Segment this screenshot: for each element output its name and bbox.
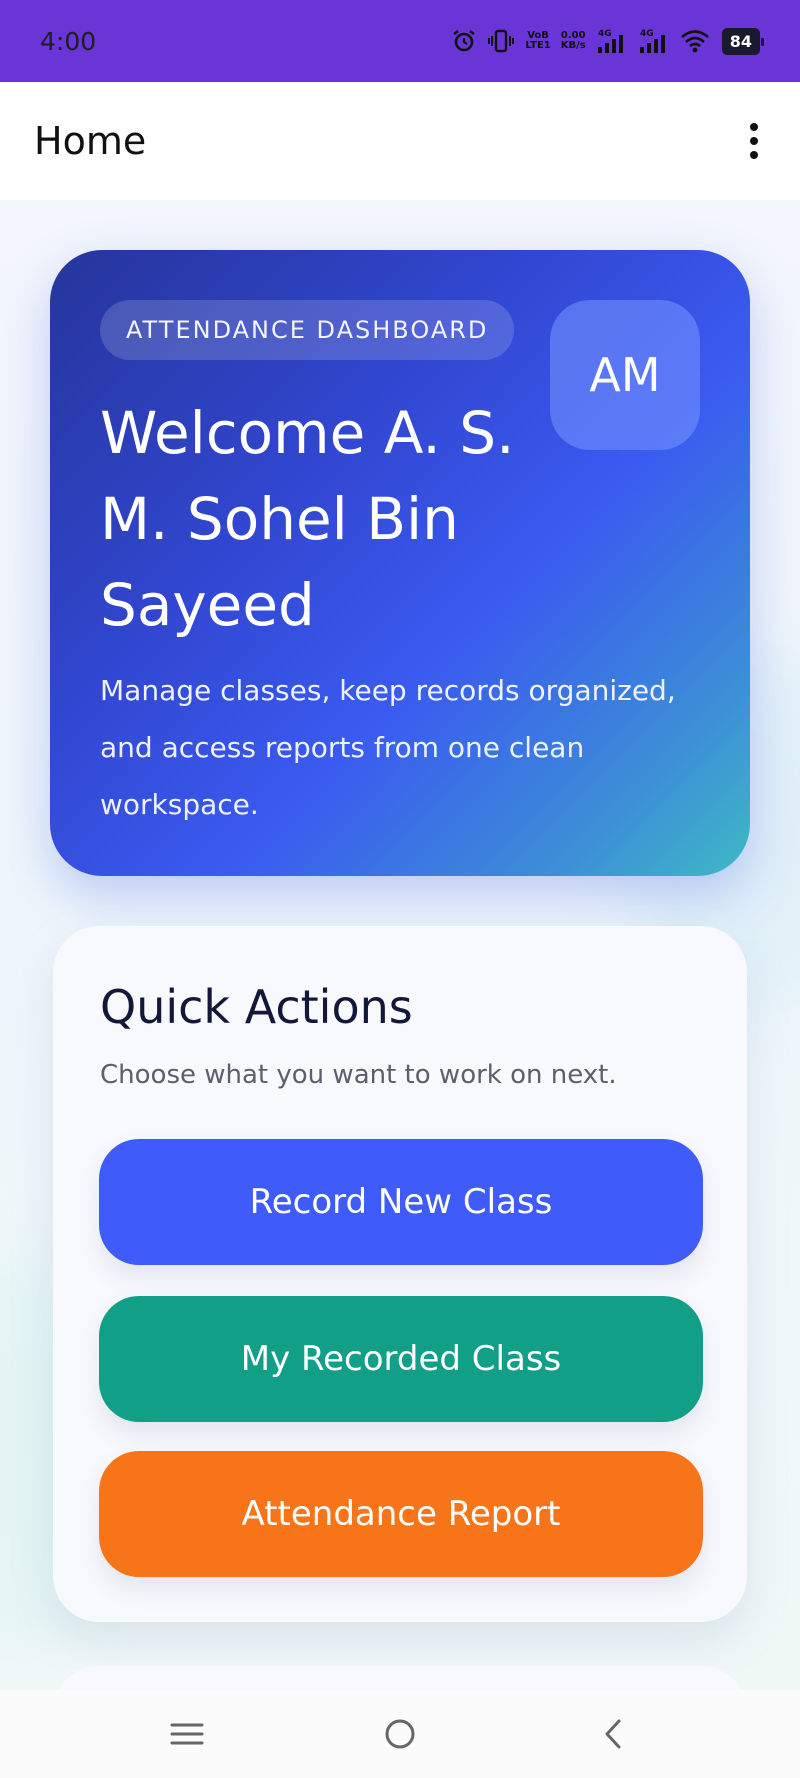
vibrate-icon xyxy=(487,28,515,54)
wifi-icon xyxy=(680,29,710,53)
my-recorded-class-button[interactable]: My Recorded Class xyxy=(99,1296,703,1422)
kebab-dot xyxy=(750,151,758,159)
hero-card: ATTENDANCE DASHBOARD AM Welcome A. S. M.… xyxy=(50,250,750,876)
quick-actions-title: Quick Actions xyxy=(100,980,413,1034)
back-icon[interactable] xyxy=(583,1704,643,1764)
signal-4g-icon: 4G xyxy=(596,27,628,55)
volte-icon: VoB LTE1 xyxy=(525,31,550,51)
status-time: 4:00 xyxy=(40,26,97,56)
page-title: Home xyxy=(34,119,147,163)
menu-icon[interactable] xyxy=(157,1704,217,1764)
record-new-class-button[interactable]: Record New Class xyxy=(99,1139,703,1265)
volte-bottom: LTE1 xyxy=(525,40,551,51)
kebab-dot xyxy=(750,123,758,131)
welcome-subtitle: Manage classes, keep records organized, … xyxy=(100,674,676,821)
quick-actions-subtitle: Choose what you want to work on next. xyxy=(100,1060,617,1090)
next-card-peek xyxy=(53,1666,747,1690)
avatar[interactable]: AM xyxy=(550,300,700,450)
net1-label: 4G xyxy=(598,29,612,39)
alarm-icon xyxy=(451,28,477,54)
more-vert-icon[interactable] xyxy=(742,117,766,165)
quick-actions-card: Quick Actions Choose what you want to wo… xyxy=(53,926,747,1622)
home-circle-icon[interactable] xyxy=(370,1704,430,1764)
status-bar: 4:00 VoB LTE1 0.00 KB/s 4G 4G 84 xyxy=(0,0,800,82)
system-nav-bar xyxy=(0,1690,800,1778)
welcome-title: Welcome A. S. M. Sohel Bin Sayeed xyxy=(100,399,515,639)
speed-bottom: KB/s xyxy=(560,40,586,51)
attendance-report-button[interactable]: Attendance Report xyxy=(99,1451,703,1577)
kebab-dot xyxy=(750,137,758,145)
battery-icon: 84 xyxy=(721,27,765,55)
dashboard-badge: ATTENDANCE DASHBOARD xyxy=(100,300,515,360)
main-content[interactable]: ATTENDANCE DASHBOARD AM Welcome A. S. M.… xyxy=(0,200,800,1690)
app-bar: Home xyxy=(0,82,800,200)
net2-label: 4G xyxy=(640,29,654,39)
status-icons: VoB LTE1 0.00 KB/s 4G 4G 84 xyxy=(451,27,765,55)
data-speed-icon: 0.00 KB/s xyxy=(561,31,586,51)
signal-4g-icon: 4G xyxy=(638,27,670,55)
